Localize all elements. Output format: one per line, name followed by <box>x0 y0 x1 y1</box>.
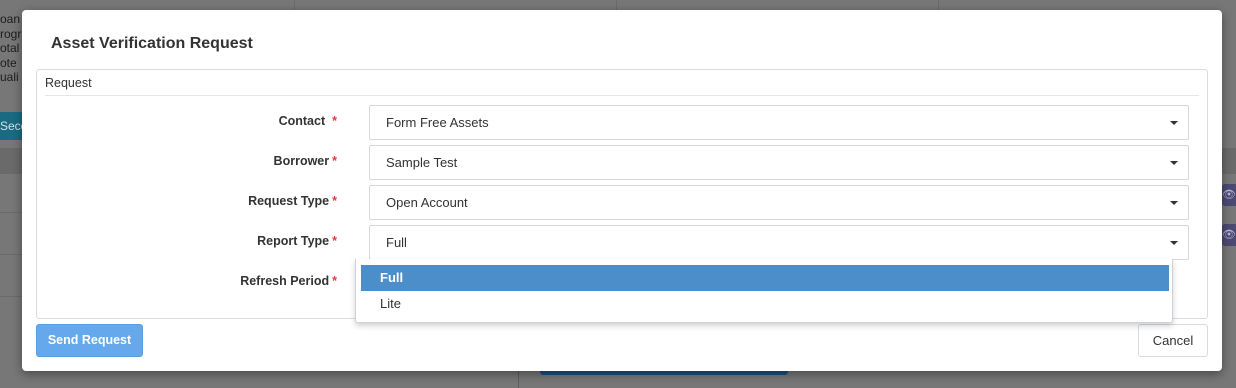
background-row-divider <box>0 254 22 255</box>
dropdown-option-lite[interactable]: Lite <box>361 291 1169 317</box>
caret-down-icon <box>1170 201 1178 205</box>
cancel-button[interactable]: Cancel <box>1138 324 1208 357</box>
asset-verification-modal: Asset Verification Request Request Conta… <box>22 10 1222 371</box>
caret-down-icon <box>1170 121 1178 125</box>
borrower-select[interactable]: Sample Test <box>369 145 1189 180</box>
background-divider <box>518 371 519 388</box>
report-type-select-value: Full <box>386 235 407 250</box>
background-blue-button <box>540 371 788 375</box>
background-table-header <box>1222 148 1236 174</box>
contact-select[interactable]: Form Free Assets <box>369 105 1189 140</box>
background-row-divider <box>0 212 22 213</box>
background-divider <box>294 0 295 10</box>
background-text-line: oan <box>0 12 21 26</box>
report-type-label: Report Type * <box>257 234 337 248</box>
borrower-select-value: Sample Test <box>386 155 458 170</box>
required-marker: * <box>332 154 337 168</box>
background-side-text: oan rogr otal ote uali <box>0 12 22 85</box>
background-divider <box>616 0 617 10</box>
required-marker: * <box>332 234 337 248</box>
modal-title: Asset Verification Request <box>51 35 253 52</box>
borrower-label: Borrower * <box>273 154 337 168</box>
refresh-period-label: Refresh Period * <box>240 274 337 288</box>
background-divider <box>938 0 939 10</box>
background-text-line: rogr <box>0 26 22 41</box>
eye-icon: 👁 <box>1222 184 1236 206</box>
background-button: Seco <box>0 112 22 140</box>
report-type-dropdown: Full Lite <box>355 259 1173 323</box>
report-type-select[interactable]: Full <box>369 225 1189 260</box>
background-text-line: otal <box>0 41 20 55</box>
required-marker: * <box>332 114 337 128</box>
contact-label: Contact * <box>278 114 337 128</box>
required-marker: * <box>332 194 337 208</box>
fieldset-legend: Request <box>45 76 92 90</box>
background-row-divider <box>0 296 22 297</box>
legend-divider <box>45 95 1199 96</box>
request-type-label: Request Type * <box>248 194 337 208</box>
background-text-line: ote <box>0 55 17 70</box>
request-type-select[interactable]: Open Account <box>369 185 1189 220</box>
eye-icon: 👁 <box>1222 224 1236 246</box>
caret-down-icon <box>1170 241 1178 245</box>
background-text-line: uali <box>0 70 19 84</box>
caret-down-icon <box>1170 161 1178 165</box>
send-request-button[interactable]: Send Request <box>36 324 143 357</box>
background-table-header <box>0 148 22 174</box>
contact-select-value: Form Free Assets <box>386 115 489 130</box>
required-marker: * <box>332 274 337 288</box>
dropdown-option-full[interactable]: Full <box>361 265 1169 291</box>
request-type-select-value: Open Account <box>386 195 468 210</box>
